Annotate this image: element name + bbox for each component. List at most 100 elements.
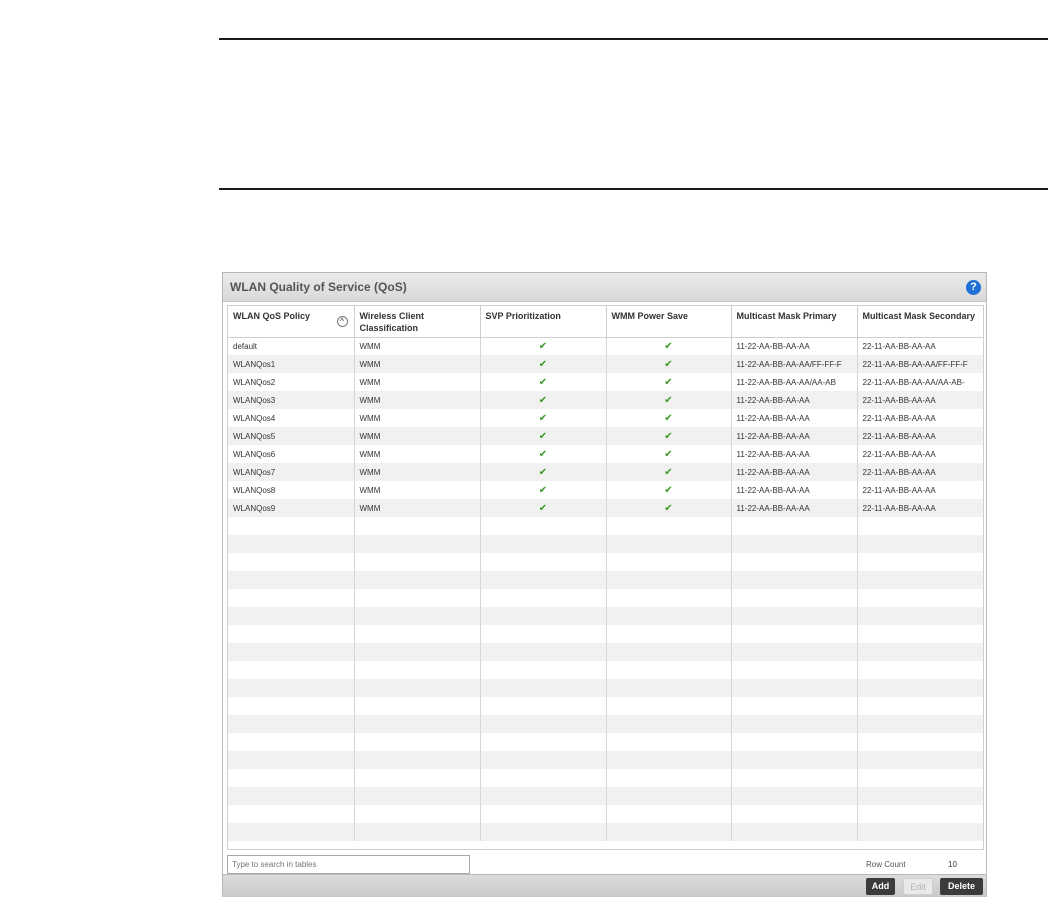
table-row[interactable]: WLANQos3 WMM ✔ ✔ 11-22-AA-BB-AA-AA 22-11-AA-B…: [228, 391, 983, 409]
sort-icon[interactable]: ^: [336, 316, 348, 327]
search-input[interactable]: [227, 855, 470, 874]
table-row[interactable]: WLANQos5 WMM ✔ ✔ 11-22-AA-BB-AA-AA 22-11-AA-B…: [228, 427, 983, 445]
table-row[interactable]: default WMM ✔ ✔ 11-22-AA-BB-AA-AA 22-11-AA-BB…: [228, 337, 983, 355]
classification-cell: WMM: [354, 337, 481, 355]
empty-cell: [228, 643, 355, 661]
column-header-wmm-power-save[interactable]: WMM Power Save: [606, 306, 732, 338]
svp-check-icon: ✔: [480, 463, 607, 481]
policy-cell: WLANQos8: [228, 481, 355, 499]
column-header-classification[interactable]: Wireless Client Classification: [354, 306, 481, 338]
wmm-power-save-check-icon: ✔: [606, 445, 732, 463]
classification-cell: WMM: [354, 427, 481, 445]
empty-cell: [480, 715, 607, 733]
classification-cell: WMM: [354, 445, 481, 463]
table-row[interactable]: WLANQos7 WMM ✔ ✔ 11-22-AA-BB-AA-AA 22-11-AA-B…: [228, 463, 983, 481]
column-header-svp[interactable]: SVP Prioritization: [480, 306, 607, 338]
empty-cell: [857, 751, 983, 769]
table-row[interactable]: WLANQos8 WMM ✔ ✔ 11-22-AA-BB-AA-AA 22-11-AA-B…: [228, 481, 983, 499]
empty-cell: [606, 535, 732, 553]
empty-cell: [228, 517, 355, 535]
policy-cell: WLANQos5: [228, 427, 355, 445]
empty-row: [228, 751, 983, 769]
empty-cell: [354, 697, 481, 715]
empty-cell: [731, 535, 858, 553]
wmm-power-save-check-icon: ✔: [606, 463, 732, 481]
empty-cell: [228, 679, 355, 697]
empty-cell: [606, 679, 732, 697]
mask-secondary-cell: 22-11-AA-BB-AA-AA: [857, 463, 983, 481]
empty-cell: [606, 643, 732, 661]
table-row[interactable]: WLANQos1 WMM ✔ ✔ 11-22-AA-BB-AA-AA/FF-FF-F 22…: [228, 355, 983, 373]
empty-cell: [857, 643, 983, 661]
mask-primary-cell: 11-22-AA-BB-AA-AA: [731, 337, 858, 355]
help-icon[interactable]: ?: [966, 280, 981, 295]
empty-cell: [606, 517, 732, 535]
empty-cell: [857, 787, 983, 805]
qos-panel: WLAN Quality of Service (QoS) ? WLAN QoS…: [222, 272, 987, 897]
empty-cell: [228, 751, 355, 769]
svp-check-icon: ✔: [480, 373, 607, 391]
empty-cell: [731, 715, 858, 733]
empty-row: [228, 535, 983, 553]
empty-cell: [228, 733, 355, 751]
table-row[interactable]: WLANQos2 WMM ✔ ✔ 11-22-AA-BB-AA-AA/AA-AB 22-1…: [228, 373, 983, 391]
empty-cell: [480, 679, 607, 697]
add-button[interactable]: Add: [866, 878, 895, 895]
table-row[interactable]: WLANQos9 WMM ✔ ✔ 11-22-AA-BB-AA-AA 22-11-AA-B…: [228, 499, 983, 517]
empty-cell: [857, 697, 983, 715]
wmm-power-save-check-icon: ✔: [606, 355, 732, 373]
empty-cell: [857, 715, 983, 733]
empty-cell: [731, 625, 858, 643]
wmm-power-save-check-icon: ✔: [606, 499, 732, 517]
classification-cell: WMM: [354, 463, 481, 481]
mask-primary-cell: 11-22-AA-BB-AA-AA: [731, 445, 858, 463]
empty-cell: [480, 607, 607, 625]
empty-row: [228, 715, 983, 733]
table-row[interactable]: WLANQos4 WMM ✔ ✔ 11-22-AA-BB-AA-AA 22-11-AA-B…: [228, 409, 983, 427]
mask-secondary-cell: 22-11-AA-BB-AA-AA: [857, 337, 983, 355]
empty-cell: [731, 679, 858, 697]
empty-cell: [731, 769, 858, 787]
empty-cell: [606, 823, 732, 841]
empty-cell: [480, 751, 607, 769]
empty-cell: [857, 769, 983, 787]
empty-cell: [354, 625, 481, 643]
empty-row: [228, 769, 983, 787]
empty-cell: [354, 517, 481, 535]
empty-cell: [731, 643, 858, 661]
empty-cell: [480, 823, 607, 841]
empty-row: [228, 661, 983, 679]
empty-cell: [857, 805, 983, 823]
table-footer: Row Count 10: [223, 851, 986, 874]
empty-cell: [731, 805, 858, 823]
wmm-power-save-check-icon: ✔: [606, 427, 732, 445]
empty-cell: [228, 553, 355, 571]
empty-cell: [857, 553, 983, 571]
empty-cell: [731, 517, 858, 535]
panel-header: WLAN Quality of Service (QoS) ?: [223, 273, 986, 302]
delete-button[interactable]: Delete: [940, 878, 983, 895]
bottom-rule: [219, 188, 1048, 190]
empty-cell: [731, 733, 858, 751]
column-header-policy[interactable]: WLAN QoS Policy ^: [228, 306, 355, 338]
empty-cell: [606, 769, 732, 787]
row-count-label: Row Count: [866, 860, 906, 869]
empty-row: [228, 643, 983, 661]
empty-cell: [480, 517, 607, 535]
empty-cell: [480, 787, 607, 805]
empty-cell: [731, 787, 858, 805]
svp-check-icon: ✔: [480, 499, 607, 517]
table-row[interactable]: WLANQos6 WMM ✔ ✔ 11-22-AA-BB-AA-AA 22-11-AA-B…: [228, 445, 983, 463]
column-header-mask-secondary[interactable]: Multicast Mask Secondary: [857, 306, 983, 338]
classification-cell: WMM: [354, 391, 481, 409]
edit-button[interactable]: Edit: [903, 878, 933, 895]
svp-check-icon: ✔: [480, 391, 607, 409]
classification-cell: WMM: [354, 499, 481, 517]
qos-table: WLAN QoS Policy ^ Wireless Client Classif…: [227, 305, 984, 850]
empty-cell: [480, 661, 607, 679]
mask-secondary-cell: 22-11-AA-BB-AA-AA/FF-FF-F: [857, 355, 983, 373]
empty-row: [228, 679, 983, 697]
column-header-mask-primary[interactable]: Multicast Mask Primary: [731, 306, 858, 338]
empty-cell: [480, 805, 607, 823]
mask-primary-cell: 11-22-AA-BB-AA-AA: [731, 391, 858, 409]
